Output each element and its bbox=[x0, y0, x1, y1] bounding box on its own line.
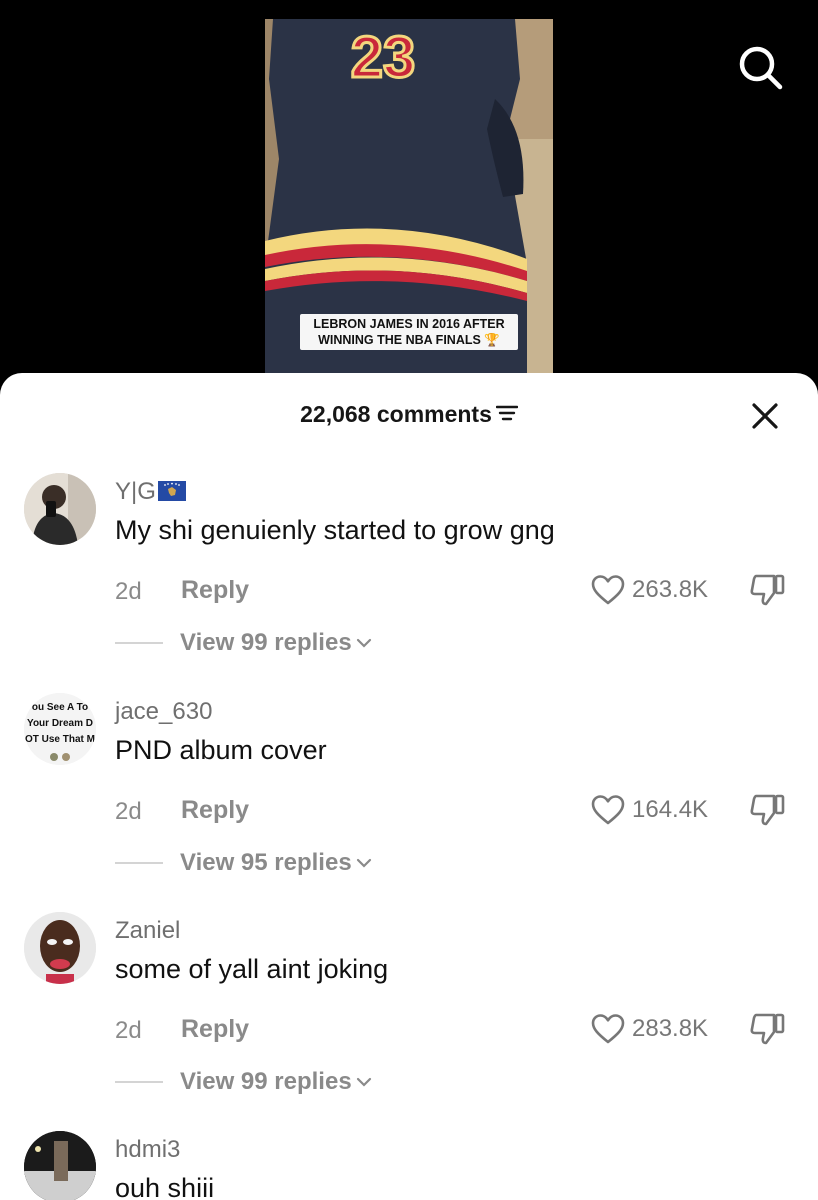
dislike-button[interactable] bbox=[748, 573, 786, 607]
heart-icon[interactable] bbox=[590, 574, 626, 606]
like-count: 283.8K bbox=[632, 1015, 709, 1042]
filter-icon[interactable] bbox=[495, 402, 519, 429]
comment-age: 2d bbox=[115, 798, 142, 825]
search-button[interactable] bbox=[735, 42, 785, 92]
comment-username[interactable]: jace_630 bbox=[115, 698, 212, 726]
reply-button[interactable]: Reply bbox=[181, 576, 249, 605]
search-icon[interactable] bbox=[735, 42, 785, 92]
dislike-button[interactable] bbox=[748, 793, 786, 827]
view-replies-button[interactable]: View 95 replies bbox=[115, 848, 372, 878]
avatar-text-line-3: OT Use That M bbox=[25, 734, 95, 745]
view-replies-button[interactable]: View 99 replies bbox=[115, 1067, 372, 1097]
jersey-number: 23 bbox=[351, 25, 416, 90]
heart-icon[interactable] bbox=[590, 794, 626, 826]
replies-divider bbox=[115, 862, 163, 864]
reply-button[interactable]: Reply bbox=[181, 1015, 249, 1044]
like-button[interactable]: 283.8K bbox=[590, 1012, 708, 1046]
caption-line-1: LEBRON JAMES IN 2016 AFTER bbox=[313, 317, 505, 331]
comment-username[interactable]: Zaniel bbox=[115, 917, 180, 945]
trophy-emoji: 🏆 bbox=[484, 333, 500, 347]
like-count: 164.4K bbox=[632, 796, 709, 823]
comment-text: some of yall aint joking bbox=[115, 954, 389, 984]
replies-divider bbox=[115, 642, 163, 644]
avatar[interactable] bbox=[24, 473, 96, 545]
video-caption: LEBRON JAMES IN 2016 AFTER WINNING THE N… bbox=[300, 314, 518, 350]
comments-sheet: 22,068 comments Y|G My shi genuienly sta… bbox=[0, 373, 818, 1200]
avatar[interactable]: ou See A To Your Dream D OT Use That M bbox=[24, 693, 96, 765]
replies-divider bbox=[115, 1081, 163, 1083]
comment-text: PND album cover bbox=[115, 735, 327, 765]
comment-age: 2d bbox=[115, 578, 142, 605]
reply-button[interactable]: Reply bbox=[181, 796, 249, 825]
view-replies-label[interactable]: View 99 replies bbox=[180, 629, 352, 657]
avatar[interactable] bbox=[24, 1131, 96, 1200]
comment-text: ouh shiii bbox=[115, 1173, 215, 1200]
thumbs-down-icon[interactable] bbox=[748, 793, 786, 827]
chevron-down-icon bbox=[356, 1077, 371, 1087]
close-icon[interactable] bbox=[748, 399, 782, 433]
thumbs-down-icon[interactable] bbox=[748, 1012, 786, 1046]
avatar[interactable] bbox=[24, 912, 96, 984]
comment-age: 2d bbox=[115, 1017, 142, 1044]
dislike-button[interactable] bbox=[748, 1012, 786, 1046]
thumbs-down-icon[interactable] bbox=[748, 573, 786, 607]
kosovo-flag-icon bbox=[157, 480, 186, 508]
comment-username[interactable]: Y|G bbox=[115, 478, 186, 508]
view-replies-label[interactable]: View 99 replies bbox=[180, 1068, 352, 1096]
comments-header: 22,068 comments bbox=[0, 373, 818, 459]
chevron-down-icon bbox=[356, 858, 371, 868]
view-replies-button[interactable]: View 99 replies bbox=[115, 628, 372, 658]
comment-username[interactable]: hdmi3 bbox=[115, 1136, 180, 1164]
like-button[interactable]: 164.4K bbox=[590, 793, 708, 827]
heart-icon[interactable] bbox=[590, 1013, 626, 1045]
comment-count-label: 22,068 comments bbox=[300, 401, 492, 427]
comment-text: My shi genuienly started to grow gng bbox=[115, 515, 555, 545]
chevron-down-icon bbox=[356, 638, 371, 648]
caption-line-2: WINNING THE NBA FINALS bbox=[318, 333, 481, 347]
view-replies-label[interactable]: View 95 replies bbox=[180, 849, 352, 877]
avatar-text-line-1: ou See A To bbox=[32, 702, 88, 713]
comment-count-title[interactable]: 22,068 comments bbox=[0, 401, 818, 429]
close-button[interactable] bbox=[748, 399, 782, 433]
avatar-text-line-2: Your Dream D bbox=[27, 718, 93, 729]
like-count: 263.8K bbox=[632, 576, 709, 603]
like-button[interactable]: 263.8K bbox=[590, 573, 708, 607]
video-player[interactable]: 23 LEBRON JAMES IN 2016 AFTER WINNING TH… bbox=[0, 0, 818, 400]
